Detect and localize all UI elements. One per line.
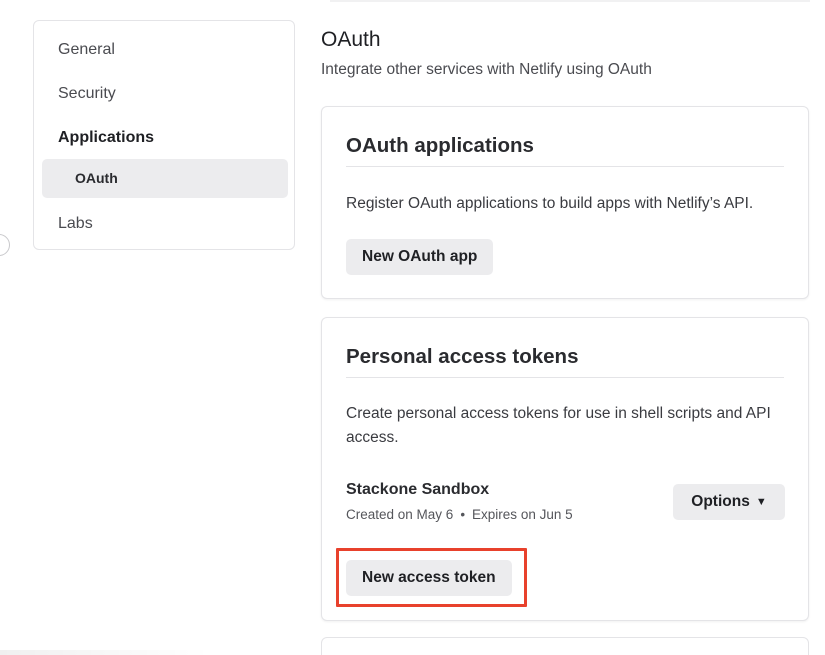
top-divider: [330, 0, 810, 2]
bottom-shadow: [0, 650, 210, 655]
token-expires: Expires on Jun 5: [472, 507, 573, 522]
sidebar-nav: General Security Applications OAuth Labs: [33, 20, 295, 250]
chevron-down-icon: ▼: [755, 496, 767, 508]
token-meta: Created on May 6 • Expires on Jun 5: [346, 507, 573, 522]
token-options-button[interactable]: Options ▼: [673, 484, 785, 520]
new-access-token-button[interactable]: New access token: [346, 560, 512, 596]
tokens-card-description: Create personal access tokens for use in…: [346, 405, 771, 446]
oauth-card-title: OAuth applications: [346, 134, 534, 157]
page-title: OAuth: [321, 28, 381, 51]
sidebar-subitem-oauth[interactable]: OAuth: [42, 159, 288, 198]
sidebar-item-security[interactable]: Security: [58, 85, 116, 103]
new-oauth-app-button[interactable]: New OAuth app: [346, 239, 494, 275]
tokens-card-divider: [346, 377, 784, 378]
tokens-card-title: Personal access tokens: [346, 345, 579, 368]
oauth-applications-card: OAuth applications Register OAuth applic…: [321, 106, 809, 299]
sidebar-item-labs[interactable]: Labs: [58, 215, 93, 233]
meta-separator: •: [460, 507, 466, 522]
sidebar-item-applications[interactable]: Applications: [58, 129, 154, 147]
personal-access-tokens-card: Personal access tokens Create personal a…: [321, 317, 809, 621]
scroll-indicator[interactable]: [0, 234, 10, 256]
oauth-card-divider: [346, 166, 784, 167]
page-subtitle: Integrate other services with Netlify us…: [321, 61, 652, 78]
oauth-card-description: Register OAuth applications to build app…: [346, 195, 754, 212]
next-card: [321, 637, 809, 655]
token-name: Stackone Sandbox: [346, 481, 490, 498]
settings-page: General Security Applications OAuth Labs…: [0, 0, 825, 655]
options-label: Options: [691, 493, 750, 510]
token-created: Created on May 6: [346, 507, 454, 522]
sidebar-item-general[interactable]: General: [58, 41, 115, 59]
